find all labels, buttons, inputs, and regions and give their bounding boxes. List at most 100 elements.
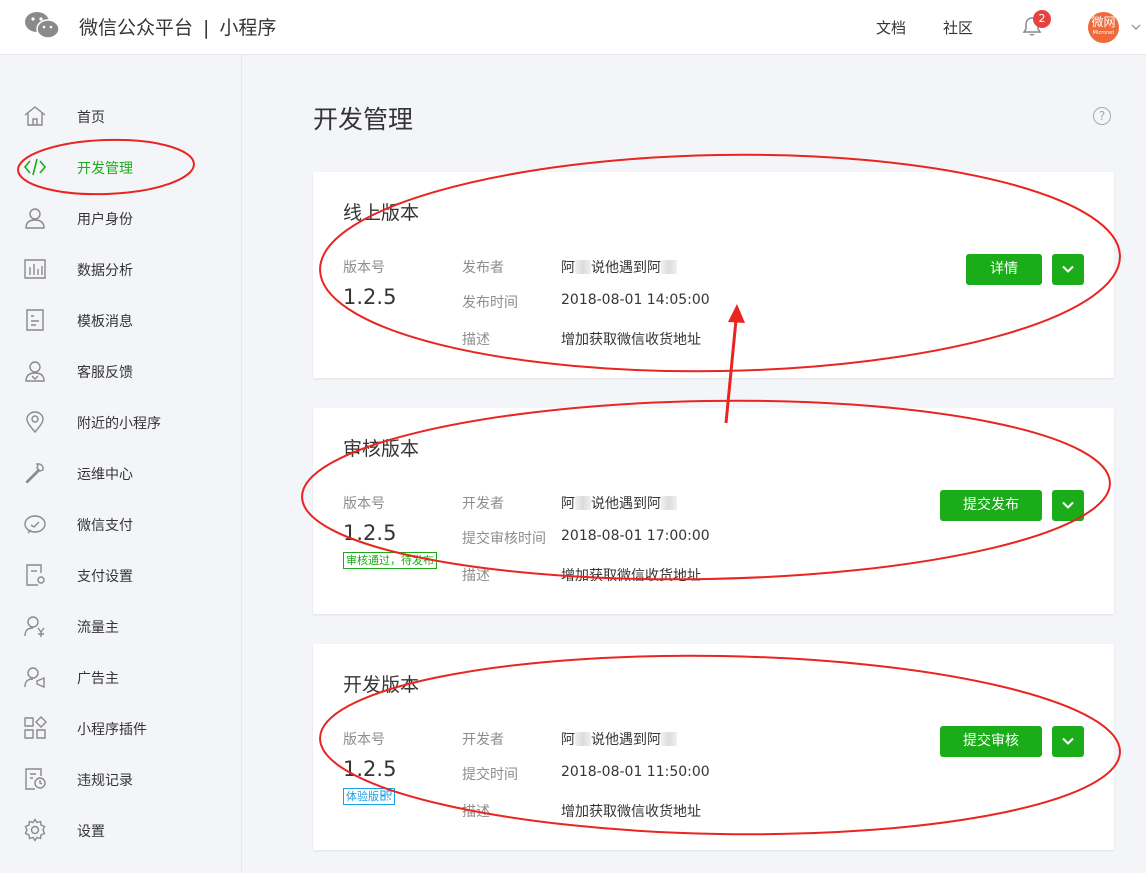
chart-icon [24,259,46,279]
chevron-down-icon[interactable] [1130,21,1142,33]
help-icon[interactable]: ? [1093,107,1111,125]
document-icon [26,309,44,331]
avatar-subtext: Micronet [1092,30,1115,36]
developer-label: 开发者 [462,496,504,512]
review-more-dropdown[interactable] [1052,490,1084,521]
chevron-down-icon [1062,265,1074,273]
code-icon [23,158,47,176]
sidebar-item-settings[interactable]: 设置 [0,810,241,850]
online-more-dropdown[interactable] [1052,254,1084,285]
version-number: 1.2.5 [343,521,397,545]
sidebar-item-label: 运维中心 [77,467,133,483]
online-version-card: 线上版本 版本号 1.2.5 发布者 阿说他遇到阿 发布时间 2018-08-0… [313,172,1114,378]
description-value: 增加获取微信收货地址 [561,804,701,820]
qrcode-icon [380,790,392,801]
redacted-text [661,732,677,746]
product-name: 小程序 [219,17,277,39]
sidebar-item-data-analysis[interactable]: 数据分析 [0,249,241,289]
submit-review-time-label: 提交审核时间 [462,531,546,547]
advertiser-icon [24,667,45,689]
details-button[interactable]: 详情 [966,254,1042,285]
sidebar-item-label: 设置 [77,824,105,840]
home-icon [24,106,46,126]
submit-review-time-value: 2018-08-01 17:00:00 [561,528,710,544]
wrench-icon [25,463,44,484]
redacted-text [575,260,591,274]
submit-time-value: 2018-08-01 11:50:00 [561,764,710,780]
chevron-down-icon [1062,737,1074,745]
avatar-text: 微网 [1091,15,1116,29]
sidebar-item-label: 违规记录 [77,773,133,789]
redacted-text [575,732,591,746]
sidebar-item-label: 数据分析 [77,263,133,279]
sidebar-item-template-messages[interactable]: 模板消息 [0,300,241,340]
publisher-name-prefix: 阿 [561,260,575,276]
platform-title: 微信公众平台 | 小程序 [79,13,276,40]
sidebar: 首页 开发管理 用户身份 数据分析 模板消息 客服反馈 附近的小程序 运维中心 … [0,55,242,873]
sidebar-item-dev-management[interactable]: 开发管理 [0,147,241,187]
developer-name-prefix: 阿 [561,496,575,512]
sidebar-item-wechat-pay[interactable]: 微信支付 [0,504,241,544]
review-version-card: 审核版本 版本号 1.2.5 审核通过，待发布 开发者 阿说他遇到阿 提交审核时… [313,408,1114,614]
description-label: 描述 [462,332,490,348]
title-separator: | [203,17,210,39]
sidebar-item-label: 首页 [77,110,105,126]
description-value: 增加获取微信收货地址 [561,332,701,348]
publisher-value: 阿说他遇到阿 [561,257,677,277]
sidebar-item-miniprogram-plugins[interactable]: 小程序插件 [0,708,241,748]
card-title: 审核版本 [343,438,420,460]
status-badge: 审核通过，待发布 [343,552,437,569]
submit-time-label: 提交时间 [462,767,518,783]
sidebar-item-label: 支付设置 [77,569,133,585]
publisher-label: 发布者 [462,260,504,276]
version-label: 版本号 [343,496,385,512]
redacted-text [575,496,591,510]
brand-name[interactable]: 微信公众平台 [79,17,193,39]
dev-more-dropdown[interactable] [1052,726,1084,757]
page-title: 开发管理 [313,105,414,134]
sidebar-item-violation-records[interactable]: 违规记录 [0,759,241,799]
card-title: 线上版本 [343,202,420,224]
sidebar-item-customer-feedback[interactable]: 客服反馈 [0,351,241,391]
sidebar-item-label: 用户身份 [77,212,133,228]
sidebar-item-label: 模板消息 [77,314,133,330]
user-icon [25,208,45,229]
description-value: 增加获取微信收货地址 [561,568,701,584]
sidebar-item-label: 微信支付 [77,518,133,534]
location-icon [26,411,44,434]
developer-name-mid: 说他遇到阿 [591,496,661,512]
submit-review-button[interactable]: 提交审核 [940,726,1042,757]
sidebar-item-label: 附近的小程序 [77,416,161,432]
wechat-logo-icon [25,12,60,39]
dev-version-card: 开发版本 版本号 1.2.5 体验版 开发者 阿说他遇到阿 提交时间 2018-… [313,644,1114,850]
docs-link[interactable]: 文档 [876,17,906,38]
version-number: 1.2.5 [343,285,397,309]
community-link[interactable]: 社区 [943,17,973,38]
payment-settings-icon [26,564,45,586]
experience-version-label: 体验版 [346,790,379,803]
developer-name-mid: 说他遇到阿 [591,732,661,748]
sidebar-item-home[interactable]: 首页 [0,96,241,136]
sidebar-item-advertiser[interactable]: 广告主 [0,657,241,697]
version-label: 版本号 [343,732,385,748]
sidebar-item-label: 流量主 [77,620,119,636]
sidebar-item-nearby-miniprogram[interactable]: 附近的小程序 [0,402,241,442]
developer-value: 阿说他遇到阿 [561,729,677,749]
developer-value: 阿说他遇到阿 [561,493,677,513]
description-label: 描述 [462,568,490,584]
avatar[interactable]: 微网 Micronet [1088,12,1119,43]
sidebar-item-traffic-owner[interactable]: 流量主 [0,606,241,646]
developer-name-prefix: 阿 [561,732,575,748]
sidebar-item-operations-center[interactable]: 运维中心 [0,453,241,493]
version-number: 1.2.5 [343,757,397,781]
publish-time-label: 发布时间 [462,295,518,311]
experience-version-badge[interactable]: 体验版 [343,788,395,805]
sidebar-item-payment-settings[interactable]: 支付设置 [0,555,241,595]
traffic-owner-icon [24,616,45,637]
service-icon [25,361,45,382]
developer-label: 开发者 [462,732,504,748]
sidebar-item-label: 小程序插件 [77,722,147,738]
sidebar-item-label: 广告主 [77,671,119,687]
sidebar-item-user-identity[interactable]: 用户身份 [0,198,241,238]
submit-release-button[interactable]: 提交发布 [940,490,1042,521]
